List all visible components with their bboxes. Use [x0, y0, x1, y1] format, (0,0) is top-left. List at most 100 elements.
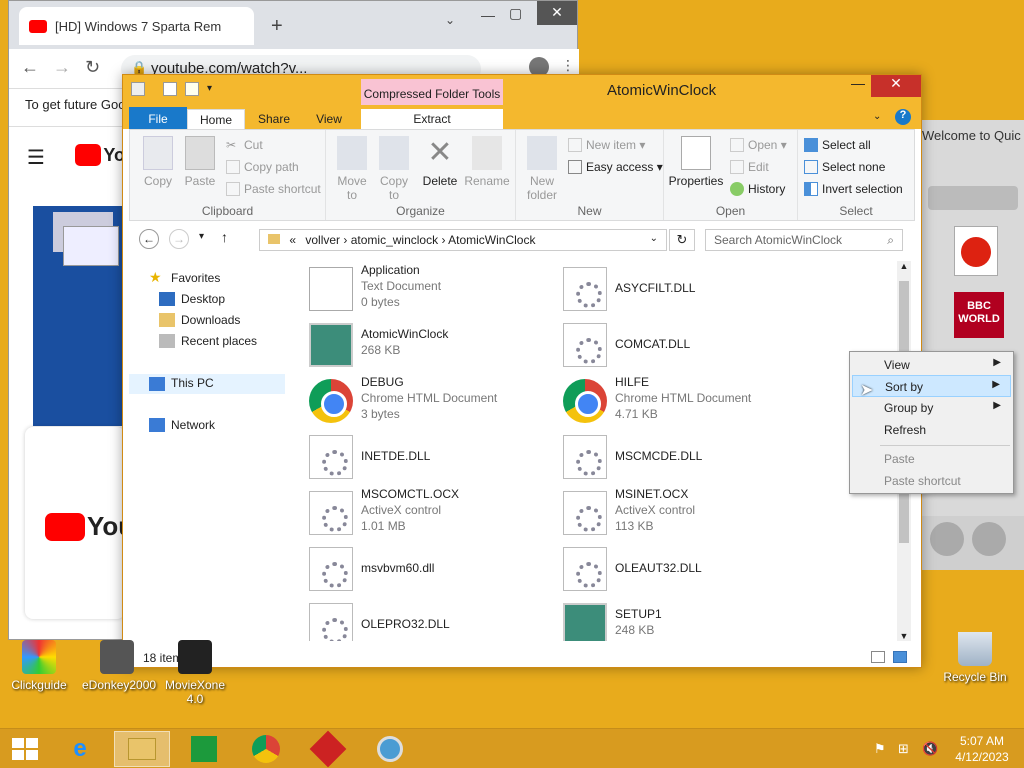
new-folder-button[interactable]: New folder — [522, 136, 562, 202]
start-button[interactable] — [0, 731, 50, 767]
file-item[interactable]: DEBUG Chrome HTML Document 3 bytes — [303, 375, 553, 425]
desktop-icon-edonkey2000[interactable]: eDonkey2000 — [82, 640, 156, 692]
copy-path-button[interactable]: Copy path — [226, 160, 299, 174]
rename-button[interactable]: Rename — [464, 136, 510, 188]
help-icon[interactable]: ? — [895, 109, 911, 125]
path-part[interactable]: vollver — [305, 233, 340, 247]
properties-qat-icon[interactable] — [163, 82, 177, 96]
history-button[interactable]: History — [730, 182, 785, 196]
back-icon[interactable]: ← — [139, 229, 159, 249]
taskbar-chrome[interactable] — [238, 731, 294, 767]
desktop-icon-moviexone[interactable]: MovieXone 4.0 — [160, 640, 230, 706]
nav-this-pc[interactable]: This PC — [129, 374, 285, 394]
tab-extract[interactable]: Extract — [361, 109, 503, 129]
youtube-logo[interactable]: Yo — [75, 143, 125, 167]
file-item[interactable]: HILFE Chrome HTML Document 4.71 KB — [557, 375, 807, 425]
back-icon[interactable]: ← — [21, 57, 39, 78]
file-item[interactable]: MSINET.OCX ActiveX control 113 KB — [557, 487, 807, 537]
tab-file[interactable]: File — [129, 107, 187, 129]
file-item[interactable]: msvbvm60.dll — [303, 543, 553, 593]
clock[interactable]: 5:07 AM 4/12/2023 — [950, 733, 1014, 765]
taskbar-app[interactable] — [300, 730, 356, 768]
open-button[interactable]: Open ▾ — [730, 138, 787, 152]
taskbar-quicktime[interactable] — [362, 731, 418, 767]
new-folder-qat-icon[interactable] — [185, 82, 199, 96]
chrome-tab[interactable]: [HD] Windows 7 Sparta Rem — [19, 7, 254, 45]
maximize-icon[interactable]: ▢ — [509, 5, 522, 22]
menu-item-paste-shortcut[interactable]: Paste shortcut — [852, 470, 1011, 492]
file-item[interactable]: SETUP1 248 KB — [557, 599, 807, 641]
path-box[interactable]: « vollver › atomic_winclock › AtomicWinC… — [259, 229, 667, 251]
close-icon[interactable]: ✕ — [537, 1, 577, 25]
path-part[interactable]: AtomicWinClock — [448, 233, 535, 247]
details-view-icon[interactable] — [871, 651, 885, 663]
new-item-button[interactable]: New item ▾ — [568, 138, 645, 152]
ribbon-collapse-icon[interactable]: ⌄ — [873, 111, 881, 122]
file-item[interactable]: MSCOMCTL.OCX ActiveX control 1.01 MB — [303, 487, 553, 537]
refresh-icon[interactable]: ↻ — [669, 229, 695, 251]
tab-home[interactable]: Home — [187, 109, 245, 129]
select-none-button[interactable]: Select none — [804, 160, 885, 174]
close-icon[interactable]: ✕ — [871, 75, 921, 97]
video-player[interactable] — [33, 206, 123, 426]
quick-access-icon[interactable] — [131, 82, 145, 96]
copy-to-button[interactable]: Copy to — [374, 136, 414, 202]
volume-muted-icon[interactable]: 🔇 — [922, 741, 938, 757]
menu-item-group-by[interactable]: Group by ▶ — [852, 397, 1011, 419]
chrome-tabstrip: [HD] Windows 7 Sparta Rem + ⌄ — ▢ ✕ — [9, 1, 577, 49]
new-tab-icon[interactable]: + — [271, 15, 283, 38]
invert-selection-button[interactable]: Invert selection — [804, 182, 903, 196]
tab-view[interactable]: View — [303, 109, 355, 129]
copy-button[interactable]: Copy — [138, 136, 178, 188]
menu-icon[interactable]: ⋮ — [561, 57, 575, 74]
tab-share[interactable]: Share — [245, 109, 303, 129]
paste-button[interactable]: Paste — [180, 136, 220, 188]
forward-icon[interactable]: → — [169, 229, 189, 249]
reload-icon[interactable]: ↻ — [85, 57, 100, 78]
taskbar-file-explorer[interactable] — [114, 731, 170, 767]
file-item[interactable]: OLEAUT32.DLL — [557, 543, 807, 593]
large-icons-view-icon[interactable] — [893, 651, 907, 663]
nav-favorites[interactable]: ★ Favorites — [149, 269, 220, 285]
up-icon[interactable]: ↑ — [221, 229, 228, 245]
edit-button[interactable]: Edit — [730, 160, 769, 174]
properties-button[interactable]: Properties — [668, 136, 724, 188]
nav-downloads[interactable]: Downloads — [159, 313, 240, 327]
paste-shortcut-button[interactable]: Paste shortcut — [226, 182, 321, 196]
menu-item-view[interactable]: View ▶ — [852, 354, 1011, 376]
recent-locations-icon[interactable]: ▾ — [199, 231, 204, 242]
network-tray-icon[interactable]: ⊞ — [898, 741, 909, 757]
menu-item-refresh[interactable]: Refresh — [852, 419, 1011, 441]
file-item[interactable]: OLEPRO32.DLL — [303, 599, 553, 641]
file-item[interactable]: COMCAT.DLL — [557, 319, 807, 369]
move-to-button[interactable]: Move to — [332, 136, 372, 202]
path-part[interactable]: atomic_winclock — [351, 233, 438, 247]
file-item[interactable]: AtomicWinClock 268 KB — [303, 319, 553, 369]
nav-network[interactable]: Network — [149, 418, 215, 432]
menu-item-sort-by[interactable]: Sort by ▶ — [852, 375, 1011, 397]
easy-access-button[interactable]: Easy access ▾ — [568, 160, 663, 174]
file-item[interactable]: Application Text Document 0 bytes — [303, 263, 553, 313]
hamburger-icon[interactable]: ☰ — [27, 145, 45, 170]
action-center-icon[interactable]: ⚑ — [874, 741, 886, 757]
minimize-icon[interactable]: — — [845, 75, 871, 97]
menu-item-paste[interactable]: Paste — [852, 448, 1011, 470]
select-all-button[interactable]: Select all — [804, 138, 871, 152]
file-item[interactable]: INETDE.DLL — [303, 431, 553, 481]
file-item[interactable]: MSCMCDE.DLL — [557, 431, 807, 481]
file-item[interactable]: ASYCFILT.DLL — [557, 263, 807, 313]
tab-search-icon[interactable]: ⌄ — [445, 13, 455, 27]
desktop-icon-clickguide[interactable]: Clickguide — [4, 640, 74, 692]
delete-button[interactable]: ✕ Delete — [420, 136, 460, 188]
desktop-icon-recycle-bin[interactable]: Recycle Bin — [940, 632, 1010, 684]
qat-dropdown-icon[interactable]: ▾ — [207, 83, 212, 94]
nav-desktop[interactable]: Desktop — [159, 292, 225, 306]
search-input[interactable]: Search AtomicWinClock ⌕ — [705, 229, 903, 251]
path-dropdown-icon[interactable]: ⌄ — [650, 233, 658, 244]
minimize-icon[interactable]: — — [481, 7, 495, 23]
cut-button[interactable]: ✂ Cut — [226, 138, 263, 152]
forward-icon[interactable]: → — [53, 57, 71, 78]
nav-recent-places[interactable]: Recent places — [159, 334, 257, 348]
taskbar-store[interactable] — [176, 731, 232, 767]
taskbar-ie[interactable]: e — [52, 731, 108, 767]
